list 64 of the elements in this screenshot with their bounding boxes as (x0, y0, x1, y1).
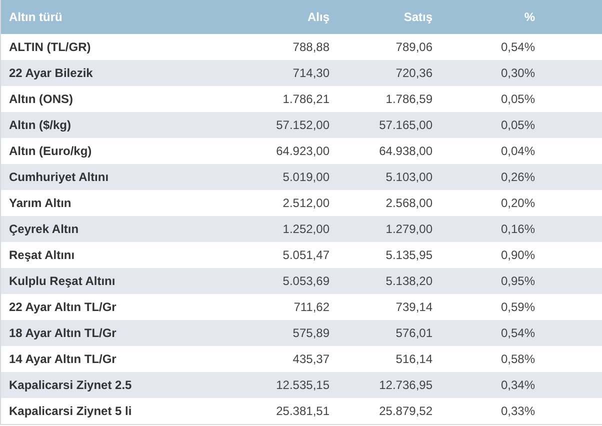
table-cell: 57.152,00 (240, 112, 338, 138)
table-cell: 0,05% (440, 112, 602, 138)
table-cell: 576,01 (338, 320, 440, 346)
table-cell: 714,30 (240, 60, 338, 86)
table-cell: 0,33% (440, 398, 602, 424)
column-header: % (440, 0, 602, 34)
table-cell: 25.381,51 (240, 398, 338, 424)
table-cell: 788,88 (240, 34, 338, 60)
table-cell: 5.051,47 (240, 242, 338, 268)
item-name-cell: ALTIN (TL/GR) (0, 34, 240, 60)
table-cell: 5.135,95 (338, 242, 440, 268)
table-cell: 0,20% (440, 190, 602, 216)
table-cell: 0,30% (440, 60, 602, 86)
item-name-cell: Kapalicarsi Ziynet 5 li (0, 398, 240, 424)
item-name-cell: Kapalicarsi Ziynet 2.5 (0, 372, 240, 398)
table-cell: 25.879,52 (338, 398, 440, 424)
table-cell: 0,05% (440, 86, 602, 112)
item-name-cell: 14 Ayar Altın TL/Gr (0, 346, 240, 372)
item-name-cell: Altın (ONS) (0, 86, 240, 112)
table-cell: 1.786,59 (338, 86, 440, 112)
table-cell: 0,34% (440, 372, 602, 398)
item-name-cell: Çeyrek Altın (0, 216, 240, 242)
item-name-cell: Cumhuriyet Altını (0, 164, 240, 190)
table-cell: 2.512,00 (240, 190, 338, 216)
item-name-cell: Altın ($/kg) (0, 112, 240, 138)
table-cell: 0,26% (440, 164, 602, 190)
item-name-cell: Yarım Altın (0, 190, 240, 216)
item-name-cell: Reşat Altını (0, 242, 240, 268)
table-cell: 720,36 (338, 60, 440, 86)
column-header: Alış (240, 0, 338, 34)
table-cell: 0,95% (440, 268, 602, 294)
table-cell: 789,06 (338, 34, 440, 60)
item-name-cell: 18 Ayar Altın TL/Gr (0, 320, 240, 346)
table-cell: 5.138,20 (338, 268, 440, 294)
item-name-cell: 22 Ayar Altın TL/Gr (0, 294, 240, 320)
table-cell: 0,59% (440, 294, 602, 320)
table-cell: 5.053,69 (240, 268, 338, 294)
table-cell: 57.165,00 (338, 112, 440, 138)
table-cell: 0,58% (440, 346, 602, 372)
table-cell: 1.279,00 (338, 216, 440, 242)
table-cell: 64.938,00 (338, 138, 440, 164)
column-header: Altın türü (0, 0, 240, 34)
table-cell: 0,54% (440, 320, 602, 346)
table-cell: 64.923,00 (240, 138, 338, 164)
table-cell: 711,62 (240, 294, 338, 320)
table-cell: 12.535,15 (240, 372, 338, 398)
table-cell: 739,14 (338, 294, 440, 320)
table-cell: 516,14 (338, 346, 440, 372)
table-cell: 0,54% (440, 34, 602, 60)
table-cell: 0,04% (440, 138, 602, 164)
table-cell: 5.019,00 (240, 164, 338, 190)
table-cell: 1.786,21 (240, 86, 338, 112)
table-cell: 5.103,00 (338, 164, 440, 190)
column-header: Satış (338, 0, 440, 34)
table-cell: 575,89 (240, 320, 338, 346)
table-cell: 1.252,00 (240, 216, 338, 242)
item-name-cell: 22 Ayar Bilezik (0, 60, 240, 86)
table-cell: 12.736,95 (338, 372, 440, 398)
table-cell: 2.568,00 (338, 190, 440, 216)
item-name-cell: Kulplu Reşat Altını (0, 268, 240, 294)
table-cell: 435,37 (240, 346, 338, 372)
table-cell: 0,90% (440, 242, 602, 268)
item-name-cell: Altın (Euro/kg) (0, 138, 240, 164)
table-cell: 0,16% (440, 216, 602, 242)
